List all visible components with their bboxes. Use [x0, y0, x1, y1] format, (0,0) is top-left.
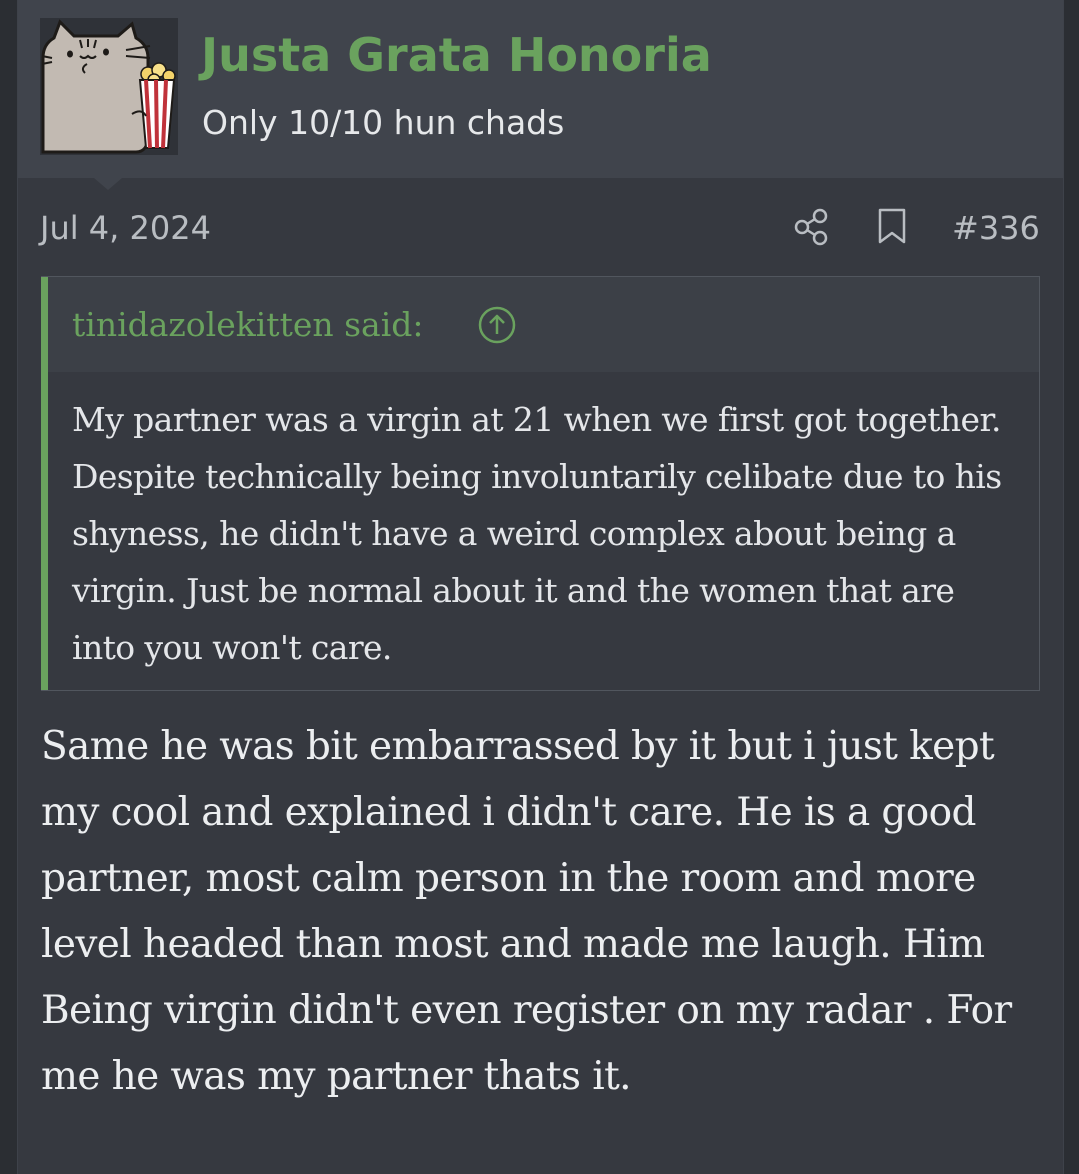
- header-pointer: [94, 178, 122, 190]
- bookmark-icon[interactable]: [877, 207, 907, 245]
- quote-text: My partner was a virgin at 21 when we fi…: [72, 400, 1002, 667]
- username[interactable]: Justa Grata Honoria: [201, 26, 712, 84]
- post-number-link[interactable]: #336: [952, 206, 1040, 250]
- cat-with-popcorn-icon: [41, 19, 176, 154]
- share-icon[interactable]: [794, 208, 830, 246]
- quote-header: tinidazolekitten said:: [48, 277, 1039, 372]
- post-message: Same he was bit embarrassed by it but i …: [41, 724, 1012, 1099]
- arrow-up-circle-icon[interactable]: [478, 306, 516, 344]
- user-title: Only 10/10 hun chads: [202, 103, 565, 142]
- page: Justa Grata Honoria Only 10/10 hun chads…: [0, 0, 1079, 1174]
- quote-accent-bar: [41, 277, 48, 690]
- avatar[interactable]: [40, 18, 178, 155]
- forum-post: Justa Grata Honoria Only 10/10 hun chads…: [17, 0, 1064, 1174]
- user-header: Justa Grata Honoria Only 10/10 hun chads: [18, 0, 1063, 190]
- post-date[interactable]: Jul 4, 2024: [40, 206, 211, 250]
- quote-block: tinidazolekitten said: My partner was a …: [41, 276, 1040, 691]
- quote-author-link[interactable]: tinidazolekitten said:: [72, 301, 424, 349]
